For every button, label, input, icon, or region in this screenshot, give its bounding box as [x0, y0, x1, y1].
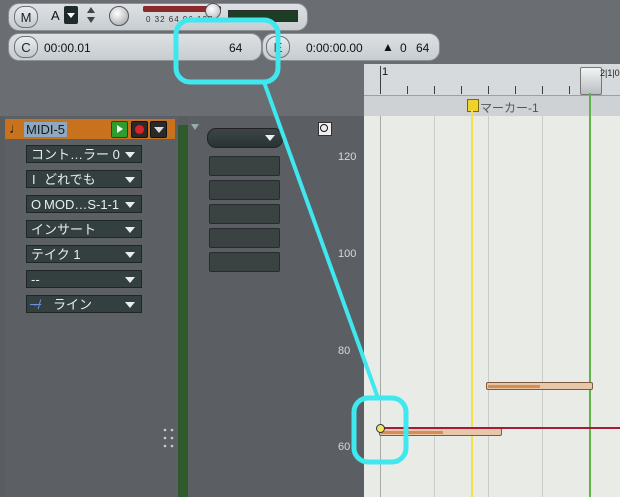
callout-box-bottom	[351, 395, 409, 465]
callout-overlay	[173, 17, 409, 465]
callout-connector	[262, 81, 380, 399]
callout-box-top	[173, 17, 281, 85]
